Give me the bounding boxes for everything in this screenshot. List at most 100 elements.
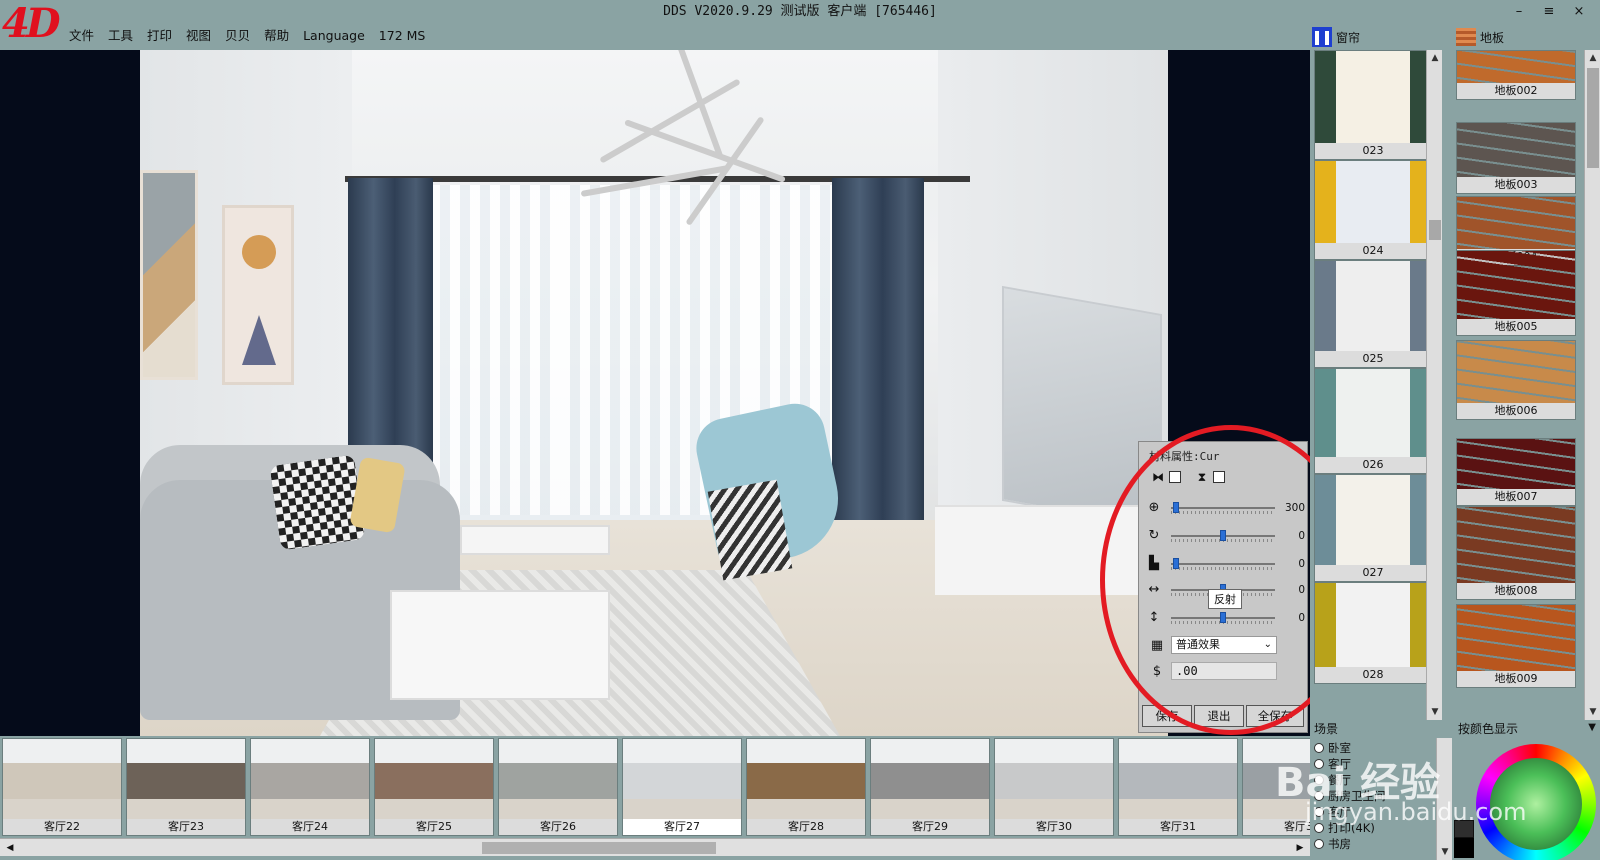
scene-thumbnail-label: 客厅29	[871, 819, 989, 835]
scene-thumbnail-label: 客厅27	[623, 819, 741, 835]
window-controls: – ≡ ×	[1512, 4, 1586, 20]
scene-option[interactable]: 厨房卫生间	[1314, 788, 1386, 804]
brightness-icon: ▙	[1149, 556, 1159, 571]
floor-tile[interactable]: 地板007	[1456, 438, 1576, 506]
scene-thumbnail[interactable]: 客厅24	[250, 738, 370, 836]
title-bar: 4D DDS V2020.9.29 测试版 客户端 [765446] 文件 工具…	[0, 0, 1600, 50]
minimize-button[interactable]: –	[1512, 4, 1526, 20]
brightness-slider[interactable]	[1171, 558, 1275, 570]
maximize-button[interactable]: ≡	[1542, 4, 1556, 20]
living-room-render[interactable]	[140, 50, 1168, 736]
curtain-scrollbar[interactable]: ▲ ▼	[1426, 50, 1442, 720]
scene-thumbnail[interactable]: 客厅26	[498, 738, 618, 836]
radio-button[interactable]	[1314, 807, 1324, 817]
scroll-thumb[interactable]	[1587, 68, 1599, 168]
scene-scrollbar[interactable]: ▼	[1436, 738, 1452, 860]
scene-thumbnail[interactable]: 客厅32	[1242, 738, 1310, 836]
curtain-tile[interactable]: 024	[1314, 160, 1432, 260]
scene-thumbnail[interactable]: 客厅23	[126, 738, 246, 836]
radio-button[interactable]	[1314, 743, 1324, 753]
rotate-slider[interactable]	[1171, 530, 1275, 542]
flip-horizontal-icon: ⧓	[1152, 470, 1164, 484]
flip-vertical-checkbox[interactable]	[1213, 471, 1225, 483]
floor-tile[interactable]: 地板008	[1456, 506, 1576, 600]
curtain-tile[interactable]: 025	[1314, 260, 1432, 368]
render-viewport[interactable]	[0, 50, 1310, 736]
curtain-tile[interactable]: 026	[1314, 368, 1432, 474]
menu-tools[interactable]: 工具	[101, 26, 140, 46]
radio-button[interactable]	[1314, 839, 1324, 849]
scene-type-panel: 场景 卧室 客厅 餐厅 厨房卫生间 客厅 打印(4K) 书房	[1310, 720, 1450, 860]
curtain-tile[interactable]: 028	[1314, 582, 1432, 684]
scene-option[interactable]: 卧室	[1314, 740, 1351, 756]
scene-thumbnail[interactable]: 客厅31	[1118, 738, 1238, 836]
swatch-dark-gray[interactable]	[1454, 820, 1474, 838]
vertical-offset-slider[interactable]	[1171, 612, 1275, 624]
drape-right[interactable]	[832, 178, 924, 528]
scene-option-label: 客厅	[1328, 757, 1351, 771]
scene-thumbnail-label: 客厅28	[747, 819, 865, 835]
curtain-tile[interactable]: 023	[1314, 50, 1432, 160]
save-all-button[interactable]: 全保存	[1246, 705, 1304, 727]
scroll-up-icon[interactable]: ▲	[1427, 50, 1443, 66]
curtain-label: 027	[1315, 565, 1431, 581]
menu-help[interactable]: 帮助	[257, 26, 296, 46]
scroll-down-icon[interactable]: ▼	[1437, 844, 1453, 860]
effect-select[interactable]: 普通效果 ⌄	[1171, 636, 1277, 654]
scene-thumbnail-image	[127, 739, 245, 819]
price-icon: $	[1152, 664, 1162, 679]
flip-horizontal-checkbox[interactable]	[1169, 471, 1181, 483]
curtain-swatch	[1315, 369, 1431, 457]
floor-tile[interactable]: 地板009	[1456, 604, 1576, 688]
scene-option[interactable]: 打印(4K)	[1314, 820, 1375, 836]
wall-art-left	[140, 170, 198, 380]
scene-thumbnail[interactable]: 客厅27	[622, 738, 742, 836]
radio-button[interactable]	[1314, 775, 1324, 785]
radio-button[interactable]	[1314, 759, 1324, 769]
tab-floor[interactable]: 地板	[1456, 26, 1504, 48]
floor-tile[interactable]: 地板006	[1456, 340, 1576, 420]
scroll-down-icon[interactable]: ▼	[1427, 704, 1443, 720]
scene-thumbnail-image	[375, 739, 493, 819]
color-wheel[interactable]	[1476, 744, 1596, 860]
floor-tile[interactable]: 地板003	[1456, 122, 1576, 194]
menu-beibei[interactable]: 贝贝	[218, 26, 257, 46]
zoom-row: ⊕ 300	[1145, 498, 1305, 518]
save-button[interactable]: 保存	[1142, 705, 1192, 727]
scroll-thumb[interactable]	[1429, 220, 1441, 240]
scroll-up-icon[interactable]: ▲	[1585, 50, 1600, 66]
material-properties-panel: 材料属性:Cur ⧓ ⧗ ⊕ 300 ↻ 0 ▙ 0 ↔ 0 ↕ 0 ▦ 普通效…	[1138, 441, 1308, 733]
price-input[interactable]: .00	[1171, 662, 1277, 680]
scene-thumbnail[interactable]: 客厅29	[870, 738, 990, 836]
scene-option[interactable]: 书房	[1314, 836, 1351, 852]
scroll-down-icon[interactable]: ▼	[1585, 704, 1600, 720]
tab-floor-label: 地板	[1480, 30, 1505, 45]
scene-thumbnail[interactable]: 客厅30	[994, 738, 1114, 836]
scroll-right-icon[interactable]: ▶	[1292, 840, 1308, 856]
curtain-tile[interactable]: 027	[1314, 474, 1432, 582]
zoom-slider[interactable]	[1171, 502, 1275, 514]
exit-button[interactable]: 退出	[1194, 705, 1244, 727]
scene-option[interactable]: 餐厅	[1314, 772, 1351, 788]
scroll-left-icon[interactable]: ◀	[2, 840, 18, 856]
radio-button[interactable]	[1314, 823, 1324, 833]
scene-thumbnail[interactable]: 客厅25	[374, 738, 494, 836]
menu-print[interactable]: 打印	[140, 26, 179, 46]
tab-curtain[interactable]: 窗帘	[1312, 26, 1360, 48]
scene-option[interactable]: 客厅	[1314, 756, 1351, 772]
dropdown-arrow-icon[interactable]: ▼	[1588, 722, 1596, 733]
floor-scrollbar[interactable]: ▲ ▼	[1584, 50, 1600, 720]
menu-view[interactable]: 视图	[179, 26, 218, 46]
thumbnail-scrollbar[interactable]: ◀ ▶	[0, 838, 1310, 856]
menu-language[interactable]: Language	[296, 26, 372, 46]
scene-thumbnail[interactable]: 客厅22	[2, 738, 122, 836]
scene-option[interactable]: 客厅	[1314, 804, 1351, 820]
floor-tile[interactable]: 地板002	[1456, 50, 1576, 100]
menu-file[interactable]: 文件	[62, 26, 101, 46]
floor-tile[interactable]: 地板005	[1456, 250, 1576, 336]
swatch-black[interactable]	[1454, 838, 1474, 858]
close-button[interactable]: ×	[1572, 4, 1586, 20]
scene-thumbnail[interactable]: 客厅28	[746, 738, 866, 836]
scroll-thumb[interactable]	[482, 842, 716, 854]
radio-button[interactable]	[1314, 791, 1324, 801]
